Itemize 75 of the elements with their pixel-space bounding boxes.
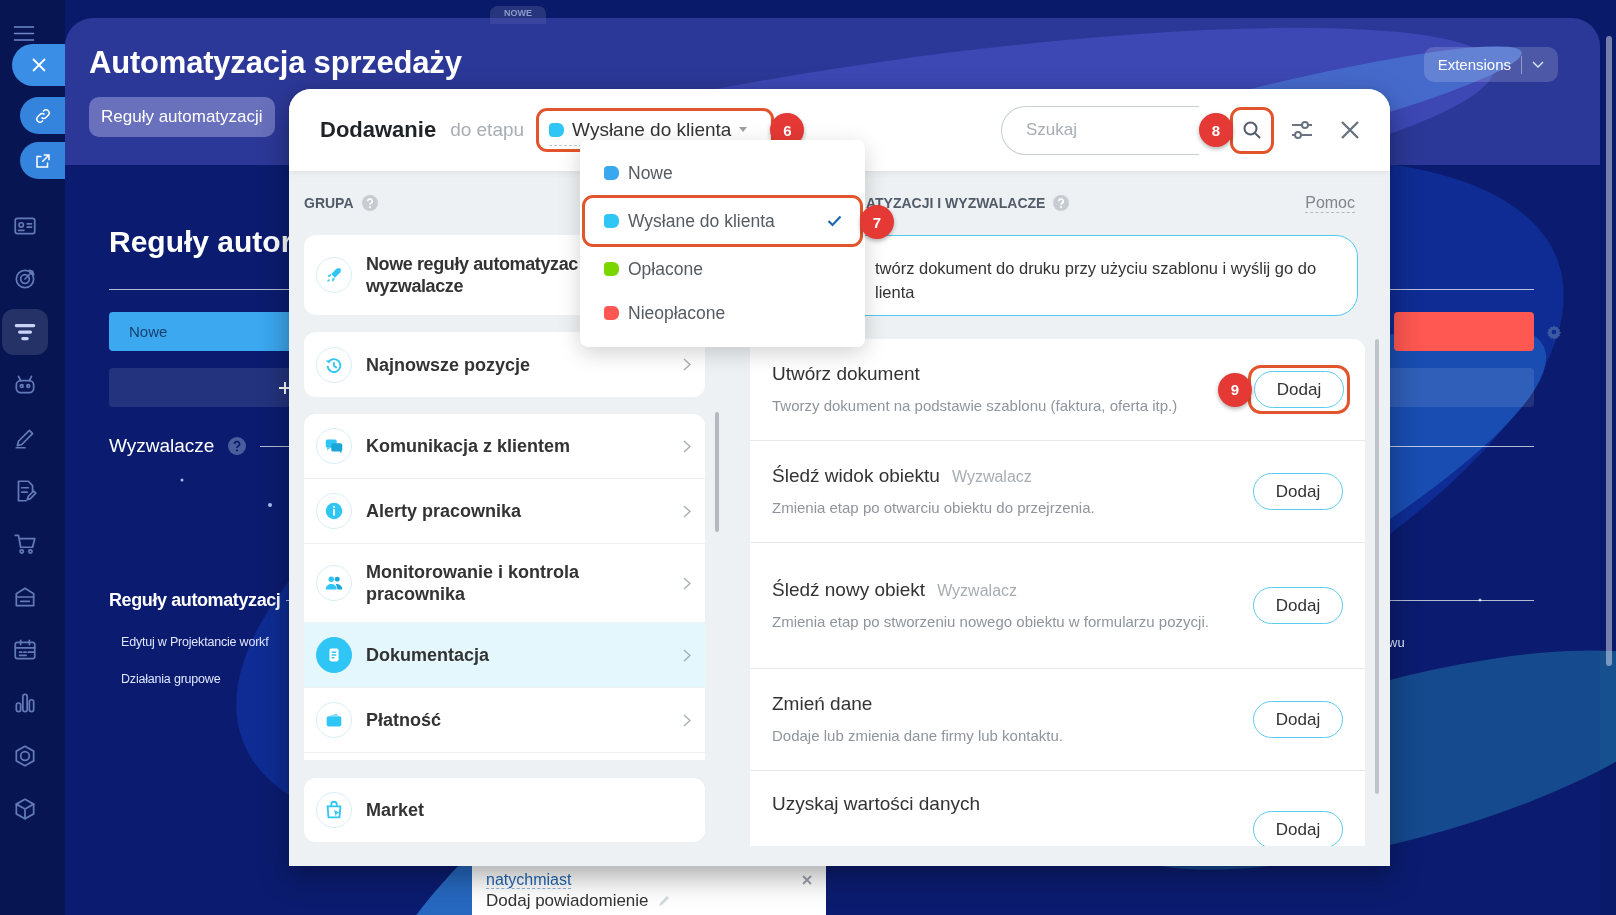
- search-button[interactable]: [1242, 120, 1262, 140]
- action-description: Zmienia etap po otwarciu obiektu do przejrzenia.: [772, 497, 1096, 518]
- chevron-right-icon: [683, 576, 691, 590]
- link-icon[interactable]: [33, 106, 52, 125]
- action-title: Uzyskaj wartości danych: [772, 793, 981, 815]
- section-label: Wyzwalacze: [109, 435, 215, 457]
- section-label: Reguły automatyzacj: [109, 590, 281, 611]
- group-item[interactable]: Najnowsze pozycje: [304, 332, 705, 397]
- action-title: Śledź widok obiektu: [772, 464, 940, 487]
- chevron-right-icon: [683, 504, 691, 518]
- group-item[interactable]: Market: [304, 778, 705, 842]
- caret-icon: [739, 127, 748, 132]
- rocket-icon: [316, 257, 352, 293]
- checkmark-icon: [827, 215, 842, 227]
- settings-icon[interactable]: [1546, 323, 1562, 340]
- add-button[interactable]: Dodaj: [1254, 371, 1344, 408]
- chevron-right-icon: [683, 713, 691, 727]
- chevron-right-icon: [683, 439, 691, 453]
- page-title: Automatyzacja sprzedaży: [89, 45, 462, 81]
- chevron-right-icon: [683, 358, 691, 371]
- close-icon[interactable]: [802, 875, 812, 885]
- description-text: twórz dokument do druku przy użyciu szablonu i wyślij go do lienta: [875, 257, 1317, 303]
- filter-sliders-icon[interactable]: [1291, 120, 1313, 140]
- callout-badge: 8: [1199, 113, 1233, 147]
- notification-title: Dodaj powiadomienie: [486, 891, 649, 911]
- dialog-title: Dodawanie: [320, 117, 437, 143]
- dialog-subtitle: do etapu: [450, 119, 525, 141]
- action-description: Dodaje lub zmienia dane firmy lub kontaktu.: [772, 725, 1064, 746]
- link-button[interactable]: [20, 97, 65, 134]
- chevron-right-icon: [683, 648, 691, 662]
- action-type-label: Wyzwalacz: [951, 467, 1032, 486]
- rules-tab[interactable]: Reguły automatyzacji: [89, 97, 275, 137]
- search-field[interactable]: Szukaj: [1001, 105, 1199, 155]
- action-title: Utwórz dokument: [772, 362, 920, 385]
- funnel-nav-item[interactable]: [1, 309, 48, 355]
- shopping-bag-icon: [316, 792, 352, 828]
- chat-icon: [316, 428, 352, 464]
- group-item[interactable]: Alerty pracownika: [304, 479, 705, 544]
- cart-icon[interactable]: [11, 531, 38, 557]
- external-link-icon[interactable]: [33, 151, 52, 170]
- action-title: Śledź nowy obiekt: [772, 578, 926, 601]
- scrollbar[interactable]: [715, 412, 719, 532]
- close-button[interactable]: [12, 44, 65, 86]
- help-icon[interactable]: [228, 437, 247, 455]
- add-button[interactable]: Dodaj: [1253, 473, 1343, 510]
- section-heading: Reguły autor: [109, 225, 294, 259]
- action-description: Zmienia etap po stworzeniu nowego obiektu w formularzu pozycji.: [772, 611, 1210, 632]
- add-button[interactable]: Dodaj: [1253, 701, 1343, 738]
- column-heading: GRUPA: [304, 195, 354, 211]
- stage-option[interactable]: Nowe: [580, 151, 865, 195]
- chevron-down-icon[interactable]: [1532, 60, 1544, 69]
- callout-badge: 9: [1218, 372, 1252, 407]
- open-external-button[interactable]: [20, 142, 65, 179]
- action-description: Tworzy dokument na podstawie szablonu (faktura, oferta itp.): [772, 395, 1179, 416]
- menu-link[interactable]: Edytuj w Projektancie workf: [121, 635, 289, 650]
- action-title: Zmień dane: [772, 692, 873, 715]
- wallet-icon: [316, 702, 352, 738]
- action-type-label: Wyzwalacz: [937, 581, 1018, 600]
- menu-icon[interactable]: [13, 26, 35, 41]
- add-button[interactable]: Dodaj: [1253, 811, 1343, 846]
- plus-icon[interactable]: [279, 381, 291, 394]
- history-icon: [316, 346, 352, 383]
- people-icon: [316, 565, 352, 601]
- group-item[interactable]: Dokumentacja: [304, 623, 705, 688]
- close-icon[interactable]: [1340, 120, 1360, 140]
- info-icon: [316, 493, 352, 529]
- group-item[interactable]: Komunikacja z klientem: [304, 414, 705, 479]
- group-item[interactable]: Płatność: [304, 688, 705, 753]
- timing-link[interactable]: natychmiast: [486, 871, 572, 889]
- scrollbar[interactable]: [1606, 36, 1612, 666]
- extensions-button[interactable]: Extensions: [1423, 47, 1558, 82]
- calendar-icon[interactable]: [11, 637, 38, 663]
- document-icon: [316, 637, 352, 673]
- add-button[interactable]: Dodaj: [1253, 587, 1343, 624]
- scrollbar[interactable]: [1375, 339, 1379, 794]
